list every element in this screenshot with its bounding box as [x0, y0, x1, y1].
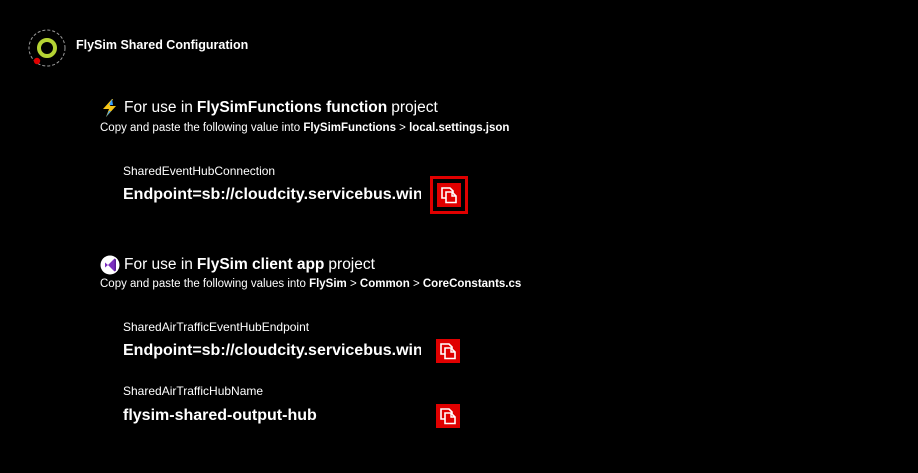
heading-suffix: project — [391, 99, 438, 116]
client-section-heading: For use in FlySim client app project — [100, 254, 375, 276]
functions-instruction: Copy and paste the following value into … — [100, 122, 509, 134]
field-label: SharedEventHubConnection — [123, 164, 276, 178]
path-segment: local.settings.json — [409, 122, 510, 134]
heading-suffix: project — [328, 256, 375, 273]
path-separator: > — [349, 278, 357, 290]
ring-logo-icon — [26, 27, 68, 69]
copy-button[interactable] — [436, 404, 460, 428]
functions-section-heading: For use in FlySimFunctions function proj… — [100, 97, 438, 119]
field-label: SharedAirTrafficHubName — [123, 384, 264, 398]
path-segment: FlySimFunctions — [303, 122, 396, 134]
event-hub-endpoint-value[interactable]: Endpoint=sb://cloudcity.servicebus.windo… — [123, 340, 421, 362]
copy-icon — [439, 407, 457, 425]
copy-icon — [439, 342, 457, 360]
heading-project-name: FlySim client app — [196, 256, 325, 273]
heading-prefix: For use in — [124, 256, 193, 273]
heading-prefix: For use in — [124, 99, 193, 116]
copy-button[interactable] — [430, 176, 468, 214]
path-separator: > — [399, 122, 406, 134]
copy-button[interactable] — [436, 339, 460, 363]
app-window: FlySim Shared Configuration For use in F… — [0, 0, 918, 473]
heading-project-name: FlySimFunctions function — [196, 99, 388, 116]
client-instruction: Copy and paste the following values into… — [100, 278, 521, 290]
connection-string-value[interactable]: Endpoint=sb://cloudcity.servicebus.windo… — [123, 184, 421, 206]
path-segment: CoreConstants.cs — [422, 278, 522, 290]
path-segment: Common — [359, 278, 410, 290]
instruction-text: Copy and paste the following values into — [100, 278, 306, 290]
copy-icon — [440, 186, 458, 204]
lightning-icon — [100, 98, 120, 118]
hub-name-value[interactable]: flysim-shared-output-hub — [123, 405, 421, 427]
visual-studio-icon — [100, 255, 120, 275]
instruction-text: Copy and paste the following value into — [100, 122, 301, 134]
path-segment: FlySim — [309, 278, 347, 290]
path-separator: > — [412, 278, 420, 290]
field-label: SharedAirTrafficEventHubEndpoint — [123, 320, 310, 334]
app-title: FlySim Shared Configuration — [76, 38, 249, 52]
